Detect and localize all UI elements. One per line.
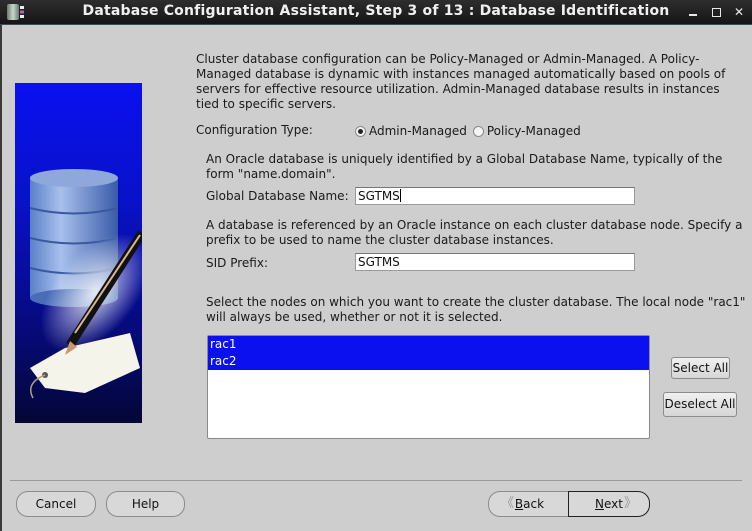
admin-managed-label: Admin-Managed [369, 124, 467, 138]
database-pen-illustration-icon [29, 169, 142, 399]
admin-managed-radio[interactable]: Admin-Managed [355, 124, 467, 138]
close-icon: ✕ [733, 5, 745, 19]
close-button[interactable]: ✕ [731, 4, 747, 20]
title-bar: Database Configuration Assistant, Step 3… [0, 0, 752, 25]
next-button[interactable]: Next 》 [568, 491, 650, 517]
select-all-button[interactable]: Select All [671, 357, 730, 379]
global-db-name-value: SGTMS [358, 189, 400, 203]
radio-unselected-icon [472, 125, 484, 137]
window-title: Database Configuration Assistant, Step 3… [82, 3, 670, 19]
back-label: Back [514, 497, 545, 511]
global-db-description: An Oracle database is uniquely identifie… [206, 152, 723, 181]
global-db-name-input[interactable]: SGTMS [355, 187, 635, 205]
chevron-left-icon: 《 [501, 496, 515, 511]
deselect-all-button[interactable]: Deselect All [663, 392, 737, 417]
configuration-type-label: Configuration Type: [196, 123, 313, 137]
window-border [0, 25, 2, 531]
database-illustration [15, 83, 142, 423]
sid-prefix-label: SID Prefix: [206, 256, 268, 270]
cancel-button[interactable]: Cancel [16, 491, 96, 517]
footer-divider [10, 480, 742, 481]
node-list-item[interactable]: rac1 [208, 336, 649, 353]
node-list-item[interactable]: rac2 [208, 353, 649, 370]
nodes-description: Select the nodes on which you want to cr… [206, 295, 746, 324]
policy-managed-radio[interactable]: Policy-Managed [472, 124, 581, 138]
policy-managed-label: Policy-Managed [486, 124, 581, 138]
global-db-name-label: Global Database Name: [206, 189, 349, 203]
help-button[interactable]: Help [106, 491, 185, 517]
radio-selected-icon [355, 125, 366, 137]
next-label: Next [595, 497, 623, 511]
maximize-button[interactable] [708, 4, 724, 20]
sid-description: A database is referenced by an Oracle in… [206, 218, 743, 247]
minimize-button[interactable] [685, 4, 701, 20]
intro-text: Cluster database configuration can be Po… [196, 52, 726, 111]
maximize-icon [711, 8, 721, 17]
text-caret [399, 189, 401, 202]
chevron-right-icon: 》 [623, 496, 637, 511]
configuration-type-radio-group: Admin-Managed Policy-Managed [355, 124, 587, 138]
nodes-list[interactable]: rac1 rac2 [207, 335, 650, 439]
sid-prefix-input[interactable]: SGTMS [355, 253, 635, 271]
back-button[interactable]: 《 Back [488, 491, 570, 517]
minimize-icon [689, 14, 697, 16]
sid-prefix-value: SGTMS [358, 255, 400, 269]
